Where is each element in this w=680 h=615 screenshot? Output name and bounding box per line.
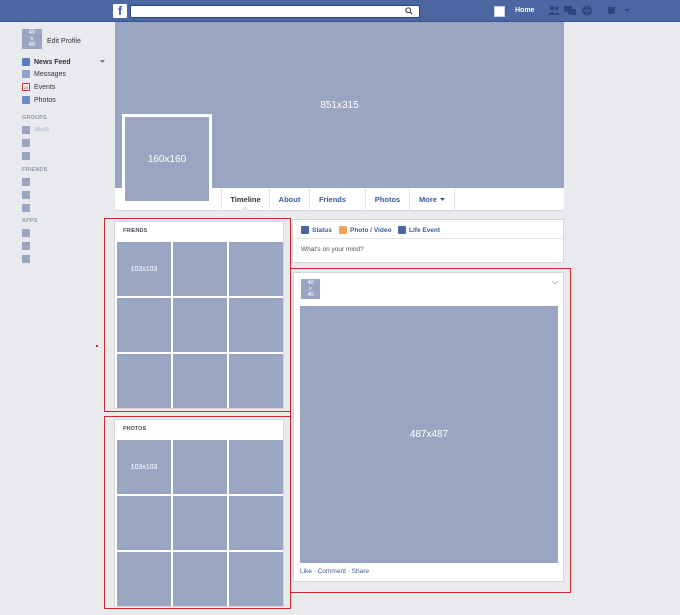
- groups-section-title: GROUPS: [22, 115, 48, 121]
- friend-thumbnail[interactable]: [173, 242, 227, 296]
- group-label[interactable]: 16x16: [34, 127, 49, 133]
- friends-grid: 103x103: [117, 242, 283, 408]
- photos-card: PHOTOS 103x103: [114, 419, 284, 607]
- tab-more[interactable]: More: [409, 188, 455, 211]
- notifications-icon[interactable]: [581, 5, 593, 16]
- sidebar-item-photos[interactable]: Photos: [22, 95, 56, 105]
- tab-friends[interactable]: Friends: [309, 188, 355, 211]
- events-icon: 24: [22, 83, 30, 91]
- group-icon[interactable]: [22, 152, 30, 160]
- friend-thumbnail[interactable]: [229, 242, 283, 296]
- search-input[interactable]: [130, 5, 420, 18]
- news-feed-icon: [22, 58, 30, 66]
- photo-thumbnail[interactable]: [229, 496, 283, 550]
- friend-thumbnail[interactable]: 103x103: [117, 242, 171, 296]
- friend-icon[interactable]: [22, 191, 30, 199]
- apps-section-title: APPS: [22, 218, 38, 224]
- app-icon[interactable]: [22, 229, 30, 237]
- sidebar-item-messages[interactable]: Messages: [22, 69, 66, 79]
- search-icon[interactable]: [405, 7, 413, 15]
- group-icon[interactable]: [22, 139, 30, 147]
- friend-thumbnail[interactable]: [117, 354, 171, 408]
- composer-tab-photo-video[interactable]: Photo / Video: [339, 225, 391, 235]
- photos-grid: 103x103: [117, 440, 283, 606]
- profile-picture[interactable]: 160x160: [122, 114, 212, 204]
- photo-thumbnail[interactable]: [173, 440, 227, 494]
- post-options-chevron-icon[interactable]: [552, 281, 558, 285]
- composer-divider: [293, 238, 563, 239]
- sidebar-item-events[interactable]: 24 Events: [22, 82, 55, 92]
- messages-icon[interactable]: [564, 5, 576, 16]
- composer-input[interactable]: What's on your mind?: [301, 246, 364, 253]
- photo-thumbnail[interactable]: [117, 496, 171, 550]
- photos-icon: [22, 96, 30, 104]
- friend-thumbnail[interactable]: [229, 354, 283, 408]
- tab-about[interactable]: About: [269, 188, 309, 211]
- photo-thumbnail[interactable]: [173, 552, 227, 606]
- app-icon[interactable]: [22, 242, 30, 250]
- chevron-down-icon[interactable]: [621, 5, 633, 16]
- edit-profile-link[interactable]: Edit Profile: [47, 38, 81, 45]
- composer-tab-status[interactable]: Status: [301, 225, 332, 235]
- facebook-logo[interactable]: f: [113, 4, 127, 18]
- friends-card: FRIENDS 103x103: [114, 221, 284, 409]
- messages-icon: [22, 70, 30, 78]
- tab-active-indicator: [240, 206, 250, 211]
- friends-icon[interactable]: [548, 5, 560, 16]
- app-icon[interactable]: [22, 255, 30, 263]
- friend-thumbnail[interactable]: [173, 354, 227, 408]
- sidebar-item-news-feed[interactable]: News Feed: [22, 57, 71, 67]
- red-marker: [96, 345, 98, 347]
- life-event-icon: [398, 226, 406, 234]
- news-feed-chevron-icon[interactable]: [100, 60, 105, 64]
- post-actions[interactable]: Like · Comment · Share: [300, 568, 369, 575]
- post-image[interactable]: 487x487: [300, 306, 558, 563]
- group-icon[interactable]: [22, 126, 30, 134]
- tab-photos[interactable]: Photos: [365, 188, 409, 211]
- photo-thumbnail[interactable]: [173, 496, 227, 550]
- friend-thumbnail[interactable]: [173, 298, 227, 352]
- status-icon: [301, 226, 309, 234]
- photo-thumbnail[interactable]: [117, 552, 171, 606]
- home-link[interactable]: Home: [515, 7, 534, 14]
- friend-thumbnail[interactable]: [229, 298, 283, 352]
- post-author-avatar[interactable]: 40 x 40: [301, 279, 320, 299]
- chevron-down-icon: [439, 197, 445, 201]
- friend-icon[interactable]: [22, 178, 30, 186]
- friends-section-title: FRIENDS: [22, 167, 48, 173]
- user-avatar[interactable]: [494, 6, 505, 17]
- friends-card-title: FRIENDS: [123, 228, 148, 234]
- photo-thumbnail[interactable]: [229, 552, 283, 606]
- photos-card-title: PHOTOS: [123, 426, 147, 432]
- friend-thumbnail[interactable]: [117, 298, 171, 352]
- photo-thumbnail[interactable]: 103x103: [117, 440, 171, 494]
- settings-icon[interactable]: [607, 5, 619, 16]
- photo-video-icon: [339, 226, 347, 234]
- sidebar-avatar[interactable]: 40 x 40: [22, 29, 42, 49]
- friend-icon[interactable]: [22, 204, 30, 212]
- photo-thumbnail[interactable]: [229, 440, 283, 494]
- composer-tab-life-event[interactable]: Life Event: [398, 225, 440, 235]
